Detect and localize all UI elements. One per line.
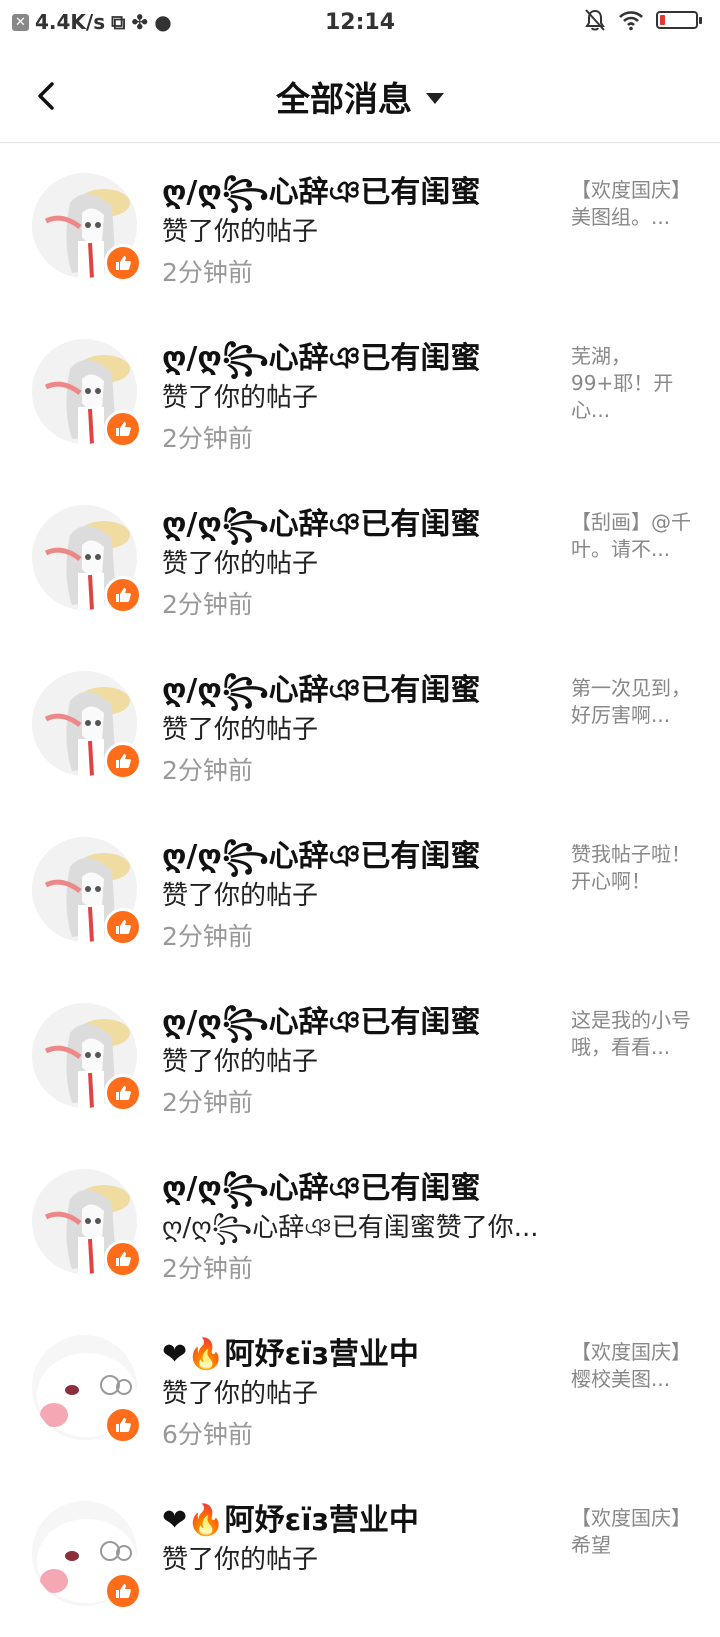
page-title: 全部消息: [276, 80, 412, 120]
wifi-icon: [619, 11, 643, 31]
message-time: 2分钟前: [162, 756, 253, 785]
message-list: ღ/ღ꧂心辞ঞ已有闺蜜 赞了你的帖子 2分钟前 【欢度国庆】美图组。... ღ/ღ꧂心…: [0, 143, 720, 1637]
message-item[interactable]: ღ/ღ꧂心辞ঞ已有闺蜜 赞了你的帖子 2分钟前 【欢度国庆】美图组。...: [0, 143, 720, 309]
message-item[interactable]: ღ/ღ꧂心辞ঞ已有闺蜜 赞了你的帖子 2分钟前 【刮画】@千叶。请不...: [0, 475, 720, 641]
sender-name[interactable]: ❤🔥阿妤εïз营业中: [162, 1495, 419, 1539]
sender-name[interactable]: ❤🔥阿妤εïз营业中: [162, 1329, 419, 1373]
post-preview[interactable]: 【欢度国庆】希望: [571, 1505, 691, 1559]
message-action: 赞了你的帖子: [162, 1379, 319, 1409]
message-filter-dropdown[interactable]: 全部消息: [276, 72, 444, 121]
message-time: 2分钟前: [162, 1088, 253, 1117]
post-preview[interactable]: 第一次见到，好厉害啊...: [571, 675, 691, 729]
battery-level: [660, 15, 665, 25]
message-action: 赞了你的帖子: [162, 715, 319, 745]
thumbs-up-icon: [104, 1240, 142, 1278]
post-preview[interactable]: 【欢度国庆】美图组。...: [571, 177, 691, 231]
message-action: 赞了你的帖子: [162, 217, 319, 247]
bell-muted-icon: [585, 9, 605, 31]
status-bar: ✕ 4.4K/s ⧉ ✤ ● 12:14: [0, 0, 720, 50]
message-item[interactable]: ღ/ღ꧂心辞ঞ已有闺蜜 赞了你的帖子 2分钟前 芜湖，99+耶！开心...: [0, 309, 720, 475]
message-action: 赞了你的帖子: [162, 1545, 319, 1575]
post-preview[interactable]: 赞我帖子啦！开心啊！: [571, 841, 691, 895]
message-time: 6分钟前: [162, 1420, 253, 1449]
message-time: 2分钟前: [162, 922, 253, 951]
message-action: 赞了你的帖子: [162, 549, 319, 579]
thumbs-up-icon: [104, 1074, 142, 1112]
message-time: 2分钟前: [162, 590, 253, 619]
message-item[interactable]: ღ/ღ꧂心辞ঞ已有闺蜜 赞了你的帖子 2分钟前 赞我帖子啦！开心啊！: [0, 807, 720, 973]
status-right: [584, 8, 702, 32]
thumbs-up-icon: [104, 244, 142, 282]
message-action: 赞了你的帖子: [162, 881, 319, 911]
message-time: 2分钟前: [162, 1254, 253, 1283]
message-item[interactable]: ღ/ღ꧂心辞ঞ已有闺蜜 赞了你的帖子 2分钟前 这是我的小号哦，看看...: [0, 973, 720, 1139]
message-action: 赞了你的帖子: [162, 1047, 319, 1077]
thumbs-up-icon: [104, 742, 142, 780]
message-item[interactable]: ღ/ღ꧂心辞ঞ已有闺蜜 ღ/ღ꧂心辞ঞ已有闺蜜赞了你... 2分钟前: [0, 1139, 720, 1305]
message-item[interactable]: ღ/ღ꧂心辞ঞ已有闺蜜 赞了你的帖子 2分钟前 第一次见到，好厉害啊...: [0, 641, 720, 807]
message-action: 赞了你的帖子: [162, 383, 319, 413]
message-time: 2分钟前: [162, 258, 253, 287]
battery-icon: [656, 11, 702, 29]
thumbs-up-icon: [104, 1572, 142, 1610]
message-time: 2分钟前: [162, 424, 253, 453]
caret-down-icon: [426, 93, 444, 104]
thumbs-up-icon: [104, 576, 142, 614]
thumbs-up-icon: [104, 410, 142, 448]
post-preview[interactable]: 【刮画】@千叶。请不...: [571, 509, 691, 563]
thumbs-up-icon: [104, 908, 142, 946]
post-preview[interactable]: 这是我的小号哦，看看...: [571, 1007, 691, 1061]
post-preview[interactable]: 【欢度国庆】樱校美图...: [571, 1339, 691, 1393]
nav-bar: 全部消息: [0, 50, 720, 143]
message-item[interactable]: ❤🔥阿妤εïз营业中赞了你的帖子 6分钟前 【欢度国庆】樱校美图...: [0, 1305, 720, 1471]
thumbs-up-icon: [104, 1406, 142, 1444]
message-item[interactable]: ❤🔥阿妤εïз营业中赞了你的帖子 【欢度国庆】希望: [0, 1471, 720, 1637]
post-preview[interactable]: 芜湖，99+耶！开心...: [571, 343, 691, 424]
